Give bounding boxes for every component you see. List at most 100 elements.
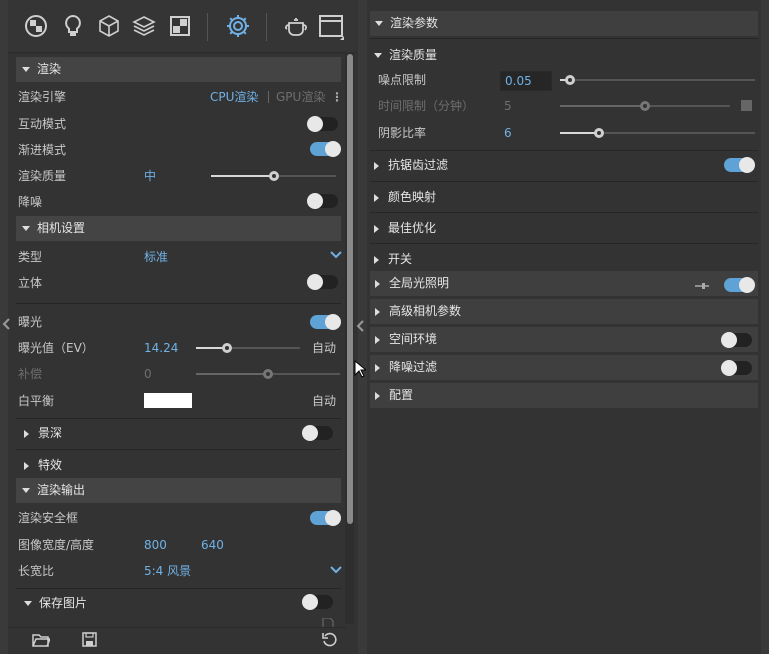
reset-icon[interactable] [322, 632, 337, 650]
white-balance-color-swatch[interactable] [144, 393, 192, 408]
exposure-value-slider[interactable] [196, 343, 300, 353]
chevron-down-icon[interactable] [330, 565, 342, 577]
section-save-image[interactable]: 保存图片 [24, 591, 304, 615]
gpu-render-option[interactable]: GPU渲染 [276, 85, 325, 109]
time-limit-checkbox [741, 100, 752, 111]
antialias-toggle[interactable] [724, 157, 755, 173]
chevron-down-icon [375, 21, 383, 26]
interactive-mode-row: 互动模式 [18, 112, 66, 136]
left-scrollbar-thumb[interactable] [347, 54, 353, 524]
dof-toggle[interactable] [302, 425, 333, 441]
section-render-quality-title: 渲染质量 [389, 48, 438, 62]
section-output[interactable]: 渲染输出 [16, 478, 341, 503]
left-bottom-bar [8, 627, 346, 654]
collapse-left-icon[interactable] [2, 318, 10, 334]
section-switch[interactable]: 开关 [374, 247, 412, 271]
chevron-right-icon [24, 429, 29, 438]
section-camera[interactable]: 相机设置 [16, 216, 341, 241]
section-render-params[interactable]: 渲染参数 [370, 11, 758, 36]
ambient-toggle[interactable] [721, 332, 752, 348]
render-quality-label: 渲染质量 [18, 169, 67, 183]
section-color-mapping[interactable]: 颜色映射 [374, 185, 436, 209]
progressive-mode-label: 渐进模式 [18, 143, 67, 157]
shadow-ratio-value[interactable]: 6 [504, 121, 512, 145]
section-gi-title: 全局光照明 [389, 276, 450, 290]
denoise-toggle[interactable] [307, 193, 338, 209]
light-bulb-icon[interactable] [61, 14, 85, 38]
chevron-right-icon [374, 224, 379, 233]
chevron-down-icon [374, 53, 382, 58]
denoise-filter-toggle[interactable] [721, 360, 752, 376]
chevron-down-icon [22, 488, 30, 493]
safe-frame-toggle[interactable] [310, 510, 341, 526]
cube-icon[interactable] [97, 14, 121, 38]
section-denoise-filter-title: 降噪过滤 [389, 360, 438, 374]
interactive-mode-toggle[interactable] [307, 116, 338, 132]
material-ball-icon[interactable] [24, 14, 48, 38]
progressive-mode-toggle[interactable] [310, 141, 341, 157]
image-height-field[interactable]: 640 [201, 533, 224, 557]
section-advanced-camera-title: 高级相机参数 [389, 304, 462, 318]
section-render-params-title: 渲染参数 [390, 16, 439, 30]
section-antialias[interactable]: 抗锯齿过滤 [374, 153, 448, 177]
folder-open-icon[interactable] [32, 633, 52, 651]
noise-limit-row: 噪点限制 [378, 68, 426, 92]
stereo-toggle[interactable] [307, 274, 338, 290]
section-ambient[interactable]: 空间环境 [370, 327, 758, 352]
image-size-label: 图像宽度/高度 [18, 538, 95, 552]
white-balance-auto-label[interactable]: 自动 [312, 389, 336, 413]
exposure-auto-label[interactable]: 自动 [312, 336, 336, 360]
camera-type-select[interactable]: 标准 [144, 245, 168, 269]
section-switch-title: 开关 [388, 252, 413, 266]
pin-icon[interactable] [695, 279, 709, 293]
section-denoise-filter[interactable]: 降噪过滤 [370, 355, 758, 380]
noise-limit-slider[interactable] [560, 75, 755, 85]
chevron-right-icon [374, 193, 379, 202]
shadow-ratio-slider[interactable] [560, 128, 755, 138]
chevron-right-icon [24, 461, 29, 470]
image-width-field[interactable]: 800 [144, 533, 167, 557]
denoise-label: 降噪 [18, 195, 43, 209]
save-icon[interactable] [82, 632, 97, 650]
exposure-value-field[interactable]: 14.24 [144, 336, 178, 360]
chevron-right-icon [374, 255, 379, 264]
chevron-right-icon [375, 363, 380, 372]
more-vertical-icon[interactable]: ⋮ [331, 85, 343, 109]
render-quality-row: 渲染质量 [18, 164, 66, 188]
section-effects[interactable]: 特效 [24, 453, 324, 477]
exposure-toggle[interactable] [310, 314, 341, 330]
collapse-right-icon[interactable] [356, 320, 364, 336]
render-quality-value: 中 [144, 169, 157, 183]
teapot-icon[interactable] [283, 14, 307, 38]
save-image-toggle[interactable] [302, 594, 333, 610]
chevron-right-icon [374, 161, 379, 170]
render-window-icon[interactable] [318, 14, 344, 40]
render-quality-slider[interactable] [211, 171, 336, 181]
noise-limit-input[interactable]: 0.05 [500, 71, 552, 91]
section-dof[interactable]: 景深 [24, 421, 324, 445]
section-render-quality[interactable]: 渲染质量 [374, 43, 437, 67]
stereo-label: 立体 [18, 276, 43, 290]
section-advanced-camera[interactable]: 高级相机参数 [370, 299, 758, 324]
chevron-down-icon[interactable] [330, 250, 342, 262]
section-optimization[interactable]: 最佳优化 [374, 216, 436, 240]
cpu-render-option[interactable]: CPU渲染 [210, 85, 258, 109]
chevron-right-icon [375, 335, 380, 344]
exposure-value-label: 曝光值（EV） [18, 341, 94, 355]
section-config[interactable]: 配置 [370, 383, 758, 408]
aspect-ratio-select[interactable]: 5:4 风景 [144, 559, 191, 583]
settings-gear-icon[interactable] [226, 14, 250, 38]
white-balance-row: 白平衡 [18, 389, 54, 413]
render-engine-row: 渲染引擎 CPU渲染 GPU渲染 ⋮ [18, 85, 343, 109]
section-effects-title: 特效 [38, 458, 63, 472]
layers-icon[interactable] [132, 14, 156, 38]
aspect-ratio-label: 长宽比 [18, 564, 55, 578]
compensation-label: 补偿 [18, 367, 43, 381]
section-render[interactable]: 渲染 [16, 57, 341, 82]
time-limit-value: 5 [504, 99, 512, 113]
section-optimization-title: 最佳优化 [388, 221, 437, 235]
gi-toggle[interactable] [724, 277, 755, 293]
interactive-mode-label: 互动模式 [18, 117, 67, 131]
texture-icon[interactable] [168, 14, 192, 38]
stereo-row: 立体 [18, 271, 42, 295]
